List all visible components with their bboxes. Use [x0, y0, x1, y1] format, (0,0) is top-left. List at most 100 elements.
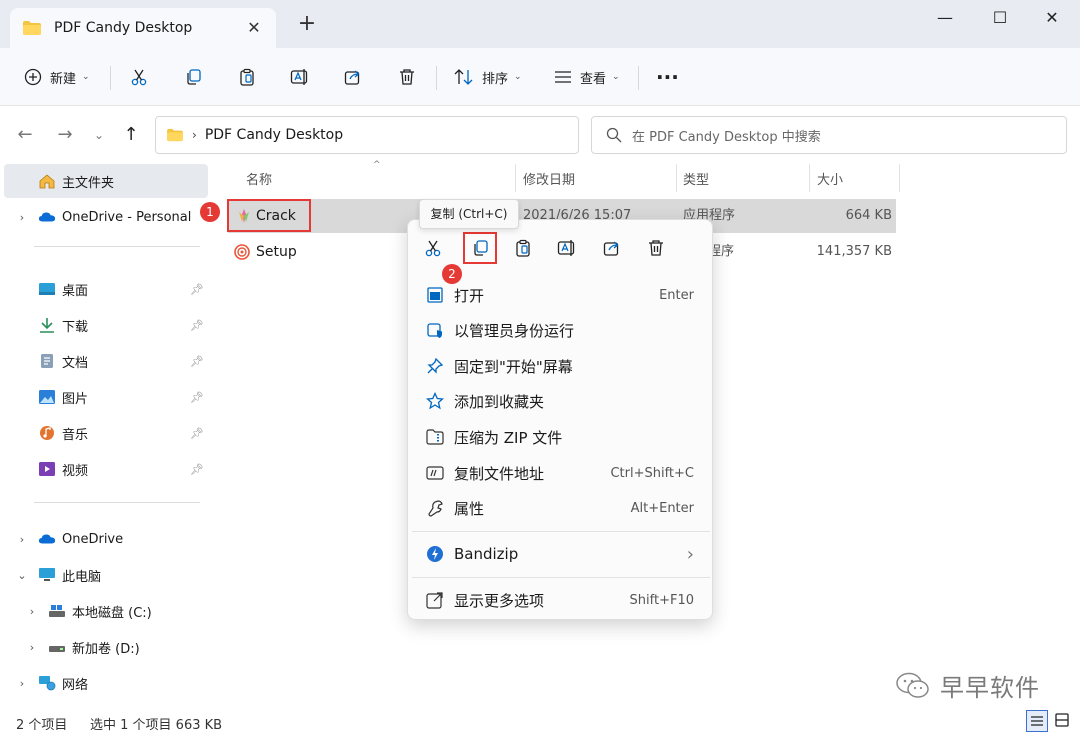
plus-circle-icon [24, 68, 42, 86]
sidebar-item-music[interactable]: 音乐 📌︎ [4, 416, 208, 450]
column-header-size[interactable]: 大小 [817, 164, 843, 192]
context-cut-button[interactable] [418, 234, 448, 262]
tab-close-icon[interactable]: ✕ [244, 18, 264, 37]
pin-icon[interactable]: 📌︎ [190, 319, 204, 332]
menu-item-shortcut: Enter [659, 287, 694, 303]
sidebar-item-label: 主文件夹 [62, 175, 115, 191]
tiles-view-icon [1055, 713, 1069, 727]
context-rename-button[interactable] [552, 234, 582, 262]
cut-button[interactable] [130, 62, 148, 92]
recent-chevron-icon[interactable]: ⌄ [88, 124, 110, 146]
desktop-icon [39, 283, 55, 295]
computer-icon [39, 568, 55, 581]
sidebar-item-label: 图片 [62, 391, 89, 407]
more-options-button[interactable]: ··· [656, 62, 679, 92]
new-tab-button[interactable]: + [296, 13, 318, 35]
menu-item-open[interactable]: 打开 Enter [416, 278, 706, 312]
sidebar-item-pictures[interactable]: 图片 📌︎ [4, 380, 208, 414]
menu-item-show-more-options[interactable]: 显示更多选项 Shift+F10 [416, 583, 706, 617]
clipboard-icon [240, 68, 254, 86]
menu-item-label: 压缩为 ZIP 文件 [454, 428, 563, 447]
sidebar-item-label: 网络 [62, 677, 89, 693]
folder-icon [167, 128, 183, 142]
copy-path-icon [426, 464, 444, 482]
chevron-right-icon[interactable]: › [26, 605, 38, 618]
pin-icon[interactable]: 📌︎ [190, 283, 204, 296]
sidebar-item-documents[interactable]: 文档 📌︎ [4, 344, 208, 378]
menu-item-label: 以管理员身份运行 [454, 321, 575, 340]
sidebar-item-onedrive-personal[interactable]: › OneDrive - Personal [4, 200, 208, 234]
chevron-down-icon[interactable]: ⌄ [16, 569, 28, 582]
sidebar-item-onedrive[interactable]: › OneDrive [4, 522, 208, 556]
onedrive-icon [38, 534, 56, 544]
breadcrumb[interactable]: PDF Candy Desktop [205, 127, 343, 143]
close-button[interactable]: ✕ [1032, 6, 1072, 30]
trash-icon [400, 69, 414, 85]
back-arrow-icon[interactable]: ← [14, 124, 36, 146]
menu-item-add-favorites[interactable]: 添加到收藏夹 [416, 384, 706, 418]
details-view-icon [1031, 716, 1043, 726]
column-header-date[interactable]: 修改日期 [523, 164, 575, 192]
sidebar-item-local-disk-c[interactable]: › 本地磁盘 (C:) [4, 594, 208, 628]
open-icon [426, 286, 444, 304]
navigation-pane: 主文件夹 › OneDrive - Personal 桌面 📌︎ 下载 📌︎ 文… [0, 160, 212, 706]
up-arrow-icon[interactable]: ↑ [120, 124, 142, 146]
column-header-name[interactable]: 名称 [246, 164, 272, 192]
tiles-view-button[interactable] [1052, 710, 1074, 732]
chevron-down-icon: ⌄ [514, 72, 522, 82]
watermark: 早早软件 [896, 668, 1040, 703]
pin-icon[interactable]: 📌︎ [190, 391, 204, 404]
selection-info: 选中 1 个项目 663 KB [90, 718, 223, 733]
sidebar-item-home[interactable]: 主文件夹 [4, 164, 208, 198]
menu-item-pin-to-start[interactable]: 固定到"开始"屏幕 [416, 349, 706, 383]
home-icon [39, 174, 55, 189]
context-delete-button[interactable] [641, 234, 671, 262]
tab-pdf-candy-desktop[interactable]: PDF Candy Desktop ✕ [10, 8, 276, 48]
search-input[interactable]: 在 PDF Candy Desktop 中搜索 [591, 116, 1067, 154]
sidebar-item-network[interactable]: › 网络 [4, 666, 208, 700]
chevron-right-icon[interactable]: › [16, 211, 28, 224]
address-bar[interactable]: › PDF Candy Desktop ⌄ ↻ [155, 116, 723, 154]
divider [638, 66, 639, 90]
menu-item-properties[interactable]: 属性 Alt+Enter [416, 491, 706, 525]
forward-arrow-icon[interactable]: → [54, 124, 76, 146]
menu-item-copy-path[interactable]: 复制文件地址 Ctrl+Shift+C [416, 456, 706, 490]
column-header-type[interactable]: 类型 [683, 164, 709, 192]
chevron-right-icon[interactable]: › [16, 533, 28, 546]
pin-icon[interactable]: 📌︎ [190, 463, 204, 476]
chevron-right-icon[interactable]: › [26, 641, 38, 654]
delete-button[interactable] [398, 62, 416, 92]
details-view-button[interactable] [1026, 710, 1048, 732]
copy-button[interactable] [184, 62, 202, 92]
pin-icon[interactable]: 📌︎ [190, 355, 204, 368]
sidebar-item-new-volume-d[interactable]: › 新加卷 (D:) [4, 630, 208, 664]
rename-button[interactable] [290, 62, 310, 92]
chevron-right-icon: › [686, 543, 694, 565]
context-paste-button[interactable] [508, 234, 538, 262]
setup-app-icon [234, 244, 250, 260]
network-icon [39, 676, 56, 691]
chevron-right-icon[interactable]: › [16, 677, 28, 690]
pictures-icon [39, 390, 55, 404]
new-label: 新建 [50, 71, 77, 87]
minimize-button[interactable]: — [925, 6, 965, 30]
trash-icon [649, 240, 663, 256]
share-icon [603, 241, 619, 256]
menu-item-run-as-admin[interactable]: 以管理员身份运行 [416, 313, 706, 347]
menu-item-bandizip[interactable]: Bandizip › [416, 537, 706, 571]
context-copy-button[interactable] [463, 232, 497, 264]
pin-icon[interactable]: 📌︎ [190, 427, 204, 440]
share-button[interactable] [344, 62, 362, 92]
item-count: 2 个项目 [16, 718, 68, 733]
sidebar-item-videos[interactable]: 视频 📌︎ [4, 452, 208, 486]
paste-button[interactable] [238, 62, 256, 92]
menu-item-compress-zip[interactable]: 压缩为 ZIP 文件 [416, 420, 706, 454]
sidebar-item-downloads[interactable]: 下载 📌︎ [4, 308, 208, 342]
sidebar-item-desktop[interactable]: 桌面 📌︎ [4, 272, 208, 306]
sidebar-item-this-pc[interactable]: ⌄ 此电脑 [4, 558, 208, 592]
maximize-button[interactable]: ☐ [980, 6, 1020, 30]
context-share-button[interactable] [597, 234, 627, 262]
new-button[interactable]: 新建 ⌄ [24, 62, 90, 92]
sort-button[interactable]: 排序 ⌄ [454, 62, 522, 92]
view-button[interactable]: 查看 ⌄ [554, 62, 620, 92]
